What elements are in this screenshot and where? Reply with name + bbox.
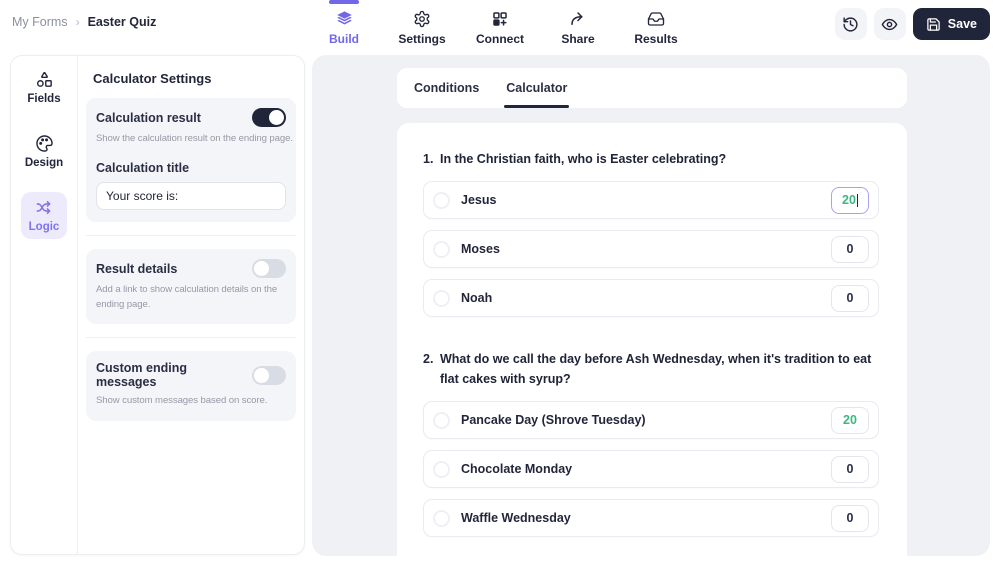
sidebar-item-logic[interactable]: Logic — [21, 192, 67, 239]
result-details-card: Result details Add a link to show calcul… — [86, 249, 296, 325]
score-input[interactable]: 0 — [831, 235, 869, 263]
save-button-label: Save — [947, 17, 977, 31]
answer-option-row[interactable]: Chocolate Monday 0 — [423, 450, 879, 489]
custom-ending-messages-description: Show custom messages based on score. — [96, 395, 268, 407]
radio-icon[interactable] — [433, 240, 450, 258]
tab-calculator[interactable]: Calculator — [504, 68, 570, 108]
sidebar-item-label: Fields — [27, 93, 61, 105]
nav-item-build[interactable]: Build — [316, 0, 372, 46]
calculation-title-input[interactable] — [96, 182, 286, 211]
answer-option-row[interactable]: Noah 0 — [423, 279, 879, 318]
sidebar-item-design[interactable]: Design — [21, 128, 67, 175]
breadcrumb-current: Easter Quiz — [87, 15, 157, 29]
answer-option-row[interactable]: Moses 0 — [423, 230, 879, 269]
result-details-toggle[interactable] — [252, 259, 286, 279]
question-text: What do we call the day before Ash Wedne… — [440, 352, 872, 386]
shapes-icon — [35, 70, 54, 89]
nav-label: Connect — [476, 32, 524, 46]
breadcrumb-root[interactable]: My Forms — [12, 15, 68, 29]
history-icon — [842, 16, 859, 33]
canvas-area: Conditions Calculator 1. In the Christia… — [312, 55, 990, 556]
calculator-tabbar: Conditions Calculator — [397, 68, 907, 108]
radio-icon[interactable] — [433, 289, 450, 307]
share-arrow-icon — [569, 9, 587, 28]
answer-option-label: Noah — [461, 291, 493, 306]
calculation-result-card: Calculation result Show the calculation … — [86, 98, 296, 223]
radio-icon[interactable] — [433, 460, 450, 478]
history-button[interactable] — [834, 8, 867, 40]
left-panel: Fields Design Logic Calculator Settings … — [10, 55, 305, 555]
answer-option-label: Waffle Wednesday — [461, 511, 571, 526]
custom-ending-messages-card: Custom ending messages Show custom messa… — [86, 351, 296, 421]
question-block: 1. In the Christian faith, who is Easter… — [423, 150, 879, 318]
questions-card: 1. In the Christian faith, who is Easter… — [397, 123, 907, 556]
calculation-result-description: Show the calculation result on the endin… — [96, 133, 293, 144]
radio-icon[interactable] — [433, 191, 450, 209]
palette-icon — [35, 134, 54, 153]
question-options: Jesus 20 Moses 0 Noah 0 — [423, 181, 879, 318]
sidebar-item-fields[interactable]: Fields — [21, 64, 67, 111]
score-input[interactable]: 0 — [831, 455, 869, 483]
preview-button[interactable] — [873, 8, 906, 40]
header-actions: Save — [834, 8, 990, 40]
tab-conditions[interactable]: Conditions — [414, 68, 479, 108]
sidebar-rail: Fields Design Logic — [11, 56, 78, 554]
answer-option-label: Chocolate Monday — [461, 462, 573, 477]
nav-label: Settings — [398, 32, 446, 46]
save-button[interactable]: Save — [912, 8, 990, 40]
score-input[interactable]: 20 — [831, 406, 869, 434]
calculation-result-label: Calculation result — [96, 110, 201, 125]
nav-item-share[interactable]: Share — [550, 0, 606, 46]
score-input[interactable]: 20 — [831, 186, 869, 214]
custom-ending-messages-label: Custom ending messages — [96, 361, 187, 390]
top-header: My Forms › Easter Quiz Build Settings Co… — [0, 0, 1000, 48]
sidebar-item-label: Design — [24, 157, 64, 169]
nav-label: Results — [634, 32, 678, 46]
result-details-description: Add a link to show calculation details o… — [96, 284, 278, 310]
nav-item-settings[interactable]: Settings — [394, 0, 450, 46]
save-icon — [926, 17, 941, 32]
score-input[interactable]: 0 — [831, 504, 869, 532]
result-details-label: Result details — [96, 261, 178, 276]
question-number: 2. — [423, 352, 434, 367]
nav-label: Build — [329, 32, 359, 46]
answer-option-row[interactable]: Waffle Wednesday 0 — [423, 499, 879, 538]
answer-option-label: Moses — [461, 242, 500, 257]
breadcrumb: My Forms › Easter Quiz — [12, 15, 156, 29]
radio-icon[interactable] — [433, 509, 450, 527]
question-block: 2. What do we call the day before Ash We… — [423, 350, 879, 538]
layers-icon — [335, 9, 354, 28]
radio-icon[interactable] — [433, 411, 450, 429]
question-options: Pancake Day (Shrove Tuesday) 20 Chocolat… — [423, 401, 879, 538]
inbox-icon — [647, 9, 665, 28]
question-text: In the Christian faith, who is Easter ce… — [440, 152, 727, 166]
apps-plus-icon — [491, 9, 509, 28]
sidebar-item-label: Logic — [28, 221, 60, 233]
gear-icon — [413, 9, 431, 28]
divider — [86, 235, 296, 237]
answer-option-row[interactable]: Jesus 20 — [423, 181, 879, 220]
nav-label: Share — [561, 32, 595, 46]
question-number: 1. — [423, 152, 434, 166]
score-input[interactable]: 0 — [831, 284, 869, 312]
answer-option-label: Jesus — [461, 193, 497, 208]
answer-option-label: Pancake Day (Shrove Tuesday) — [461, 413, 646, 428]
main-nav: Build Settings Connect Share Results — [316, 0, 684, 46]
nav-item-connect[interactable]: Connect — [472, 0, 528, 46]
calculation-result-toggle[interactable] — [252, 108, 286, 127]
panel-title: Calculator Settings — [93, 71, 212, 86]
breadcrumb-separator: › — [75, 15, 80, 29]
text-caret — [856, 193, 858, 207]
shuffle-icon — [35, 198, 54, 217]
questions-list: 1. In the Christian faith, who is Easter… — [423, 150, 879, 538]
eye-icon — [881, 16, 898, 33]
calculator-settings-panel: Calculator Settings Calculation result S… — [78, 56, 304, 554]
divider — [86, 337, 296, 339]
answer-option-row[interactable]: Pancake Day (Shrove Tuesday) 20 — [423, 401, 879, 440]
calculation-title-label: Calculation title — [96, 161, 190, 176]
custom-ending-messages-toggle[interactable] — [252, 365, 286, 385]
nav-item-results[interactable]: Results — [628, 0, 684, 46]
